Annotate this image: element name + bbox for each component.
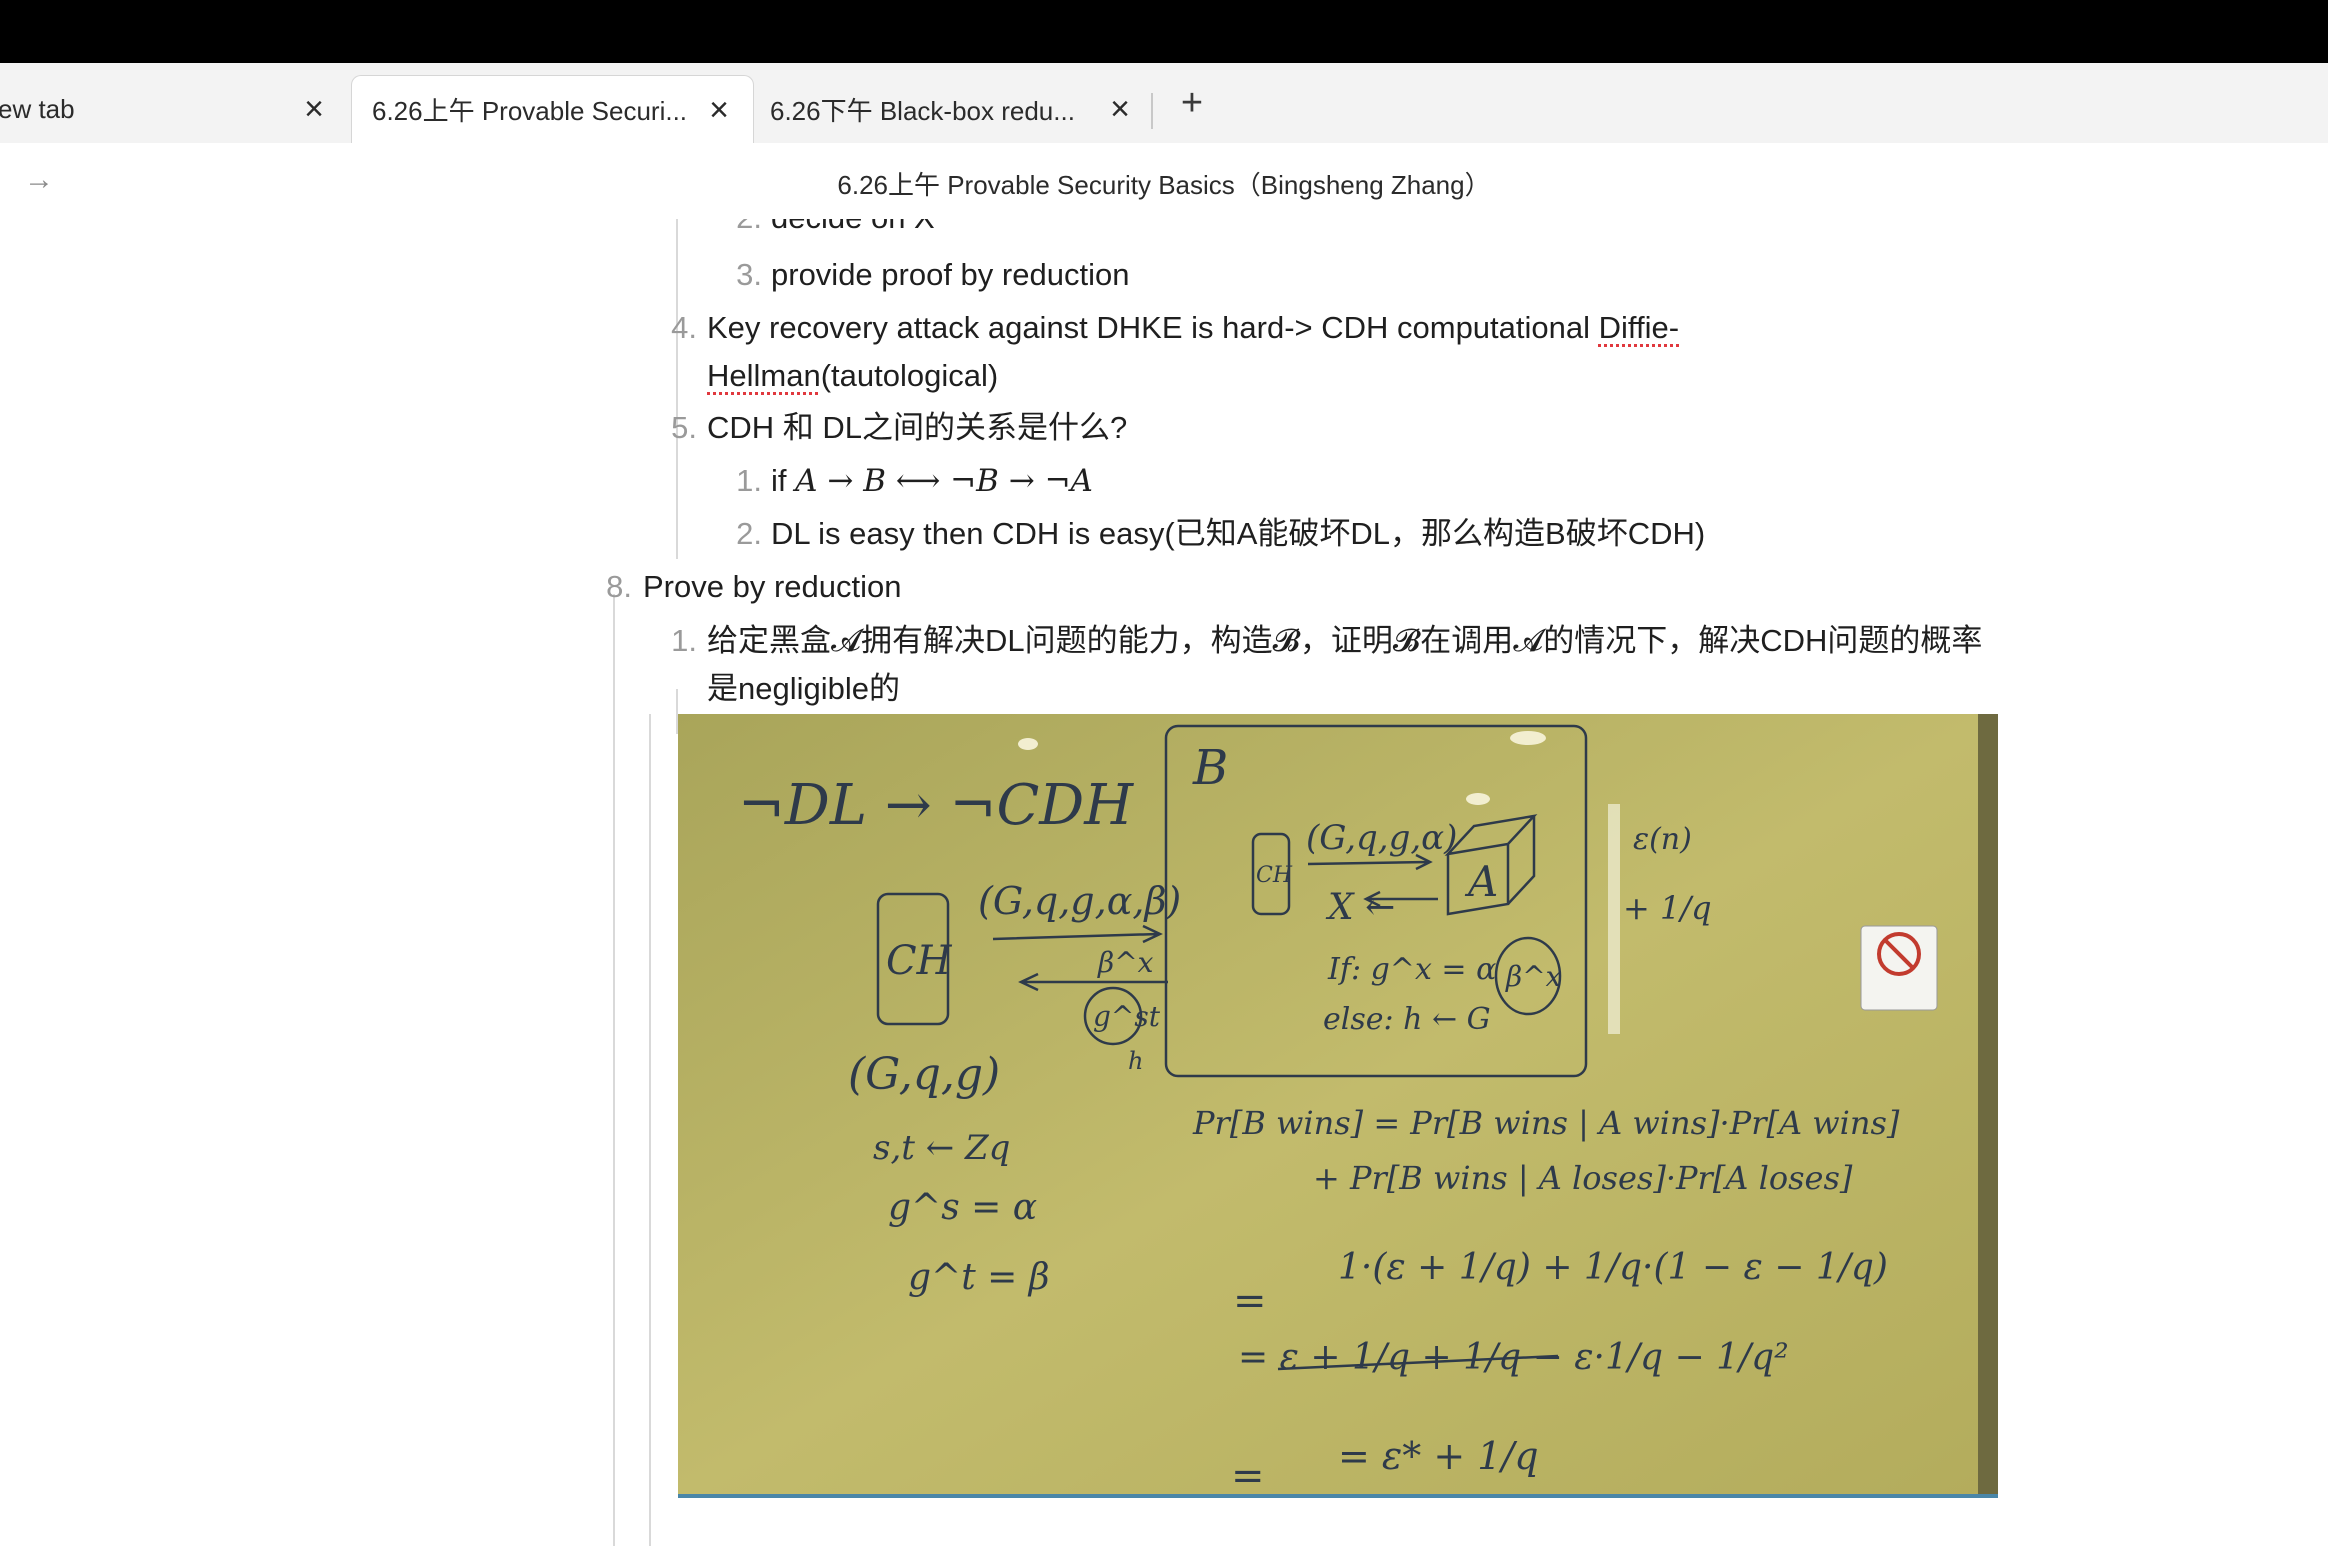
wb-tuple-2: (G,q,g,α): [1306, 818, 1457, 858]
whiteboard-photo[interactable]: ¬DL → ¬CDH CH (G,q,g,α,β) β^x g^st h B C…: [678, 714, 1998, 1498]
tab-label: ew tab: [0, 93, 75, 124]
wb-g-st: g^st: [1093, 1000, 1161, 1033]
spelling-flag[interactable]: Hellman: [707, 358, 821, 393]
wb-gs: g^s = α: [888, 1187, 1037, 1228]
tab-new-tab[interactable]: ew tab ×: [0, 75, 348, 143]
ceiling-light-reflection: [1510, 731, 1546, 745]
wb-s-t: s,t ← Zq: [873, 1128, 1010, 1168]
wb-h: h: [1128, 1047, 1143, 1075]
tab-provable-security[interactable]: 6.26上午 Provable Securi... ×: [351, 75, 754, 143]
close-icon[interactable]: ×: [1104, 92, 1136, 126]
ceiling-light-reflection: [1466, 793, 1490, 805]
wb-tuple-1: (G,q,g,α,β): [978, 879, 1181, 923]
board-right-frame: [1978, 714, 1998, 1494]
list-item: 1. 给定黑盒𝓐拥有解决DL问题的能力，构造𝓑，证明𝓑在调用𝓐的情况下，解决CD…: [0, 617, 2328, 713]
list-item: 2. decide on X: [0, 219, 2328, 242]
glare-stripe: [1608, 804, 1620, 1034]
list-text: 给定黑盒𝓐拥有解决DL问题的能力，构造𝓑，证明𝓑在调用𝓐的情况下，解决CDH问题…: [707, 623, 1983, 706]
wb-if-line: If: g^x = α: [1327, 952, 1496, 987]
wb-a-box: A: [1464, 857, 1498, 906]
wb-else-line: else: h ← G: [1323, 1002, 1491, 1037]
list-item: 1. if A → B ⟷ ¬B → ¬A: [0, 457, 2328, 505]
list-item: 2. DL is easy then CDH is easy(已知A能破坏DL，…: [0, 510, 2328, 558]
list-number: 1.: [671, 623, 697, 658]
wb-pr-line-2: + Pr[B wins | A loses]·Pr[A loses]: [1313, 1159, 1853, 1197]
wb-challenger-1: CH: [886, 938, 953, 984]
wb-beta-x-2: β^x: [1505, 960, 1562, 993]
tab-separator: [1151, 93, 1153, 129]
arrow-right-icon[interactable]: →: [24, 163, 54, 197]
formula: A → B ⟷ ¬B → ¬A: [795, 463, 1093, 499]
wb-eq-line-2: = ε + 1/q + 1/q − ε·1/q − 1/q²: [1238, 1337, 1789, 1378]
wb-eq-sign-1: =: [1233, 1278, 1267, 1324]
list-item: 8. Prove by reduction: [0, 563, 2328, 611]
list-number: 1.: [736, 463, 762, 498]
tab-bar: ew tab × 6.26上午 Provable Securi... × 6.2…: [0, 63, 2328, 144]
list-text: if A → B ⟷ ¬B → ¬A: [771, 463, 1093, 499]
indent-guide: [613, 594, 615, 1546]
list-text-part: (tautological): [820, 358, 999, 393]
wb-b-label: B: [1192, 740, 1228, 796]
wb-gt: g^t = β: [908, 1257, 1050, 1298]
list-number: 2.: [722, 219, 762, 242]
spelling-flag[interactable]: Diffie-: [1599, 310, 1679, 345]
list-text: DL is easy then CDH is easy(已知A能破坏DL，那么构…: [771, 516, 1706, 551]
tab-label: 6.26上午 Provable Securi...: [372, 96, 688, 126]
wb-x-arrow: X ←: [1325, 887, 1395, 928]
list-text: Key recovery attack against DHKE is hard…: [707, 304, 1679, 400]
list-item: 3. provide proof by reduction: [0, 251, 2328, 299]
wb-eq-line-1: 1·(ε + 1/q) + 1/q·(1 − ε − 1/q): [1338, 1247, 1888, 1288]
list-number: 2.: [736, 516, 762, 551]
wb-eps-n: ε(n): [1633, 822, 1692, 857]
indent-guide: [649, 714, 651, 1546]
wb-gqg: (G,q,g): [848, 1049, 1000, 1100]
list-item: 4. Key recovery attack against DHKE is h…: [0, 304, 2328, 400]
list-item: 5. CDH 和 DL之间的关系是什么?: [0, 404, 2328, 452]
wb-beta-x: β^x: [1097, 946, 1154, 979]
ceiling-light-reflection: [1018, 738, 1038, 750]
new-tab-button[interactable]: +: [1172, 83, 1212, 123]
wb-title: ¬DL → ¬CDH: [738, 773, 1134, 838]
tab-black-box-reduction[interactable]: 6.26下午 Black-box redu... ×: [754, 75, 1154, 143]
list-text: provide proof by reduction: [771, 257, 1130, 292]
wb-challenger-2: CH: [1256, 863, 1293, 888]
wb-pr-line-1: Pr[B wins] = Pr[B wins | A wins]·Pr[A wi…: [1192, 1104, 1900, 1142]
list-number: 3.: [736, 257, 762, 292]
tab-label: 6.26下午 Black-box redu...: [770, 95, 1075, 126]
list-text-part: Key recovery attack against DHKE is hard…: [707, 310, 1599, 345]
list-number: 8.: [606, 569, 632, 604]
document-content: 2. decide on X 3. provide proof by reduc…: [0, 219, 2328, 1546]
list-text: CDH 和 DL之间的关系是什么?: [707, 410, 1128, 445]
wb-eq-sign-2: =: [1231, 1453, 1265, 1494]
window-top-bar: [0, 0, 2328, 63]
wb-plus-1q: + 1/q: [1623, 889, 1712, 927]
list-text: decide on X: [771, 219, 935, 242]
list-number: 5.: [671, 410, 697, 445]
document-title: 6.26上午 Provable Security Basics（Bingshen…: [837, 170, 1491, 200]
list-text: Prove by reduction: [643, 569, 902, 604]
list-number: 4.: [671, 310, 697, 345]
no-smoking-sign: [1860, 925, 1938, 1011]
wb-eq-line-3: = ε* + 1/q: [1338, 1434, 1539, 1478]
document-header: → 6.26上午 Provable Security Basics（Bingsh…: [0, 143, 2328, 219]
close-icon[interactable]: ×: [703, 93, 735, 127]
close-icon[interactable]: ×: [298, 92, 330, 126]
